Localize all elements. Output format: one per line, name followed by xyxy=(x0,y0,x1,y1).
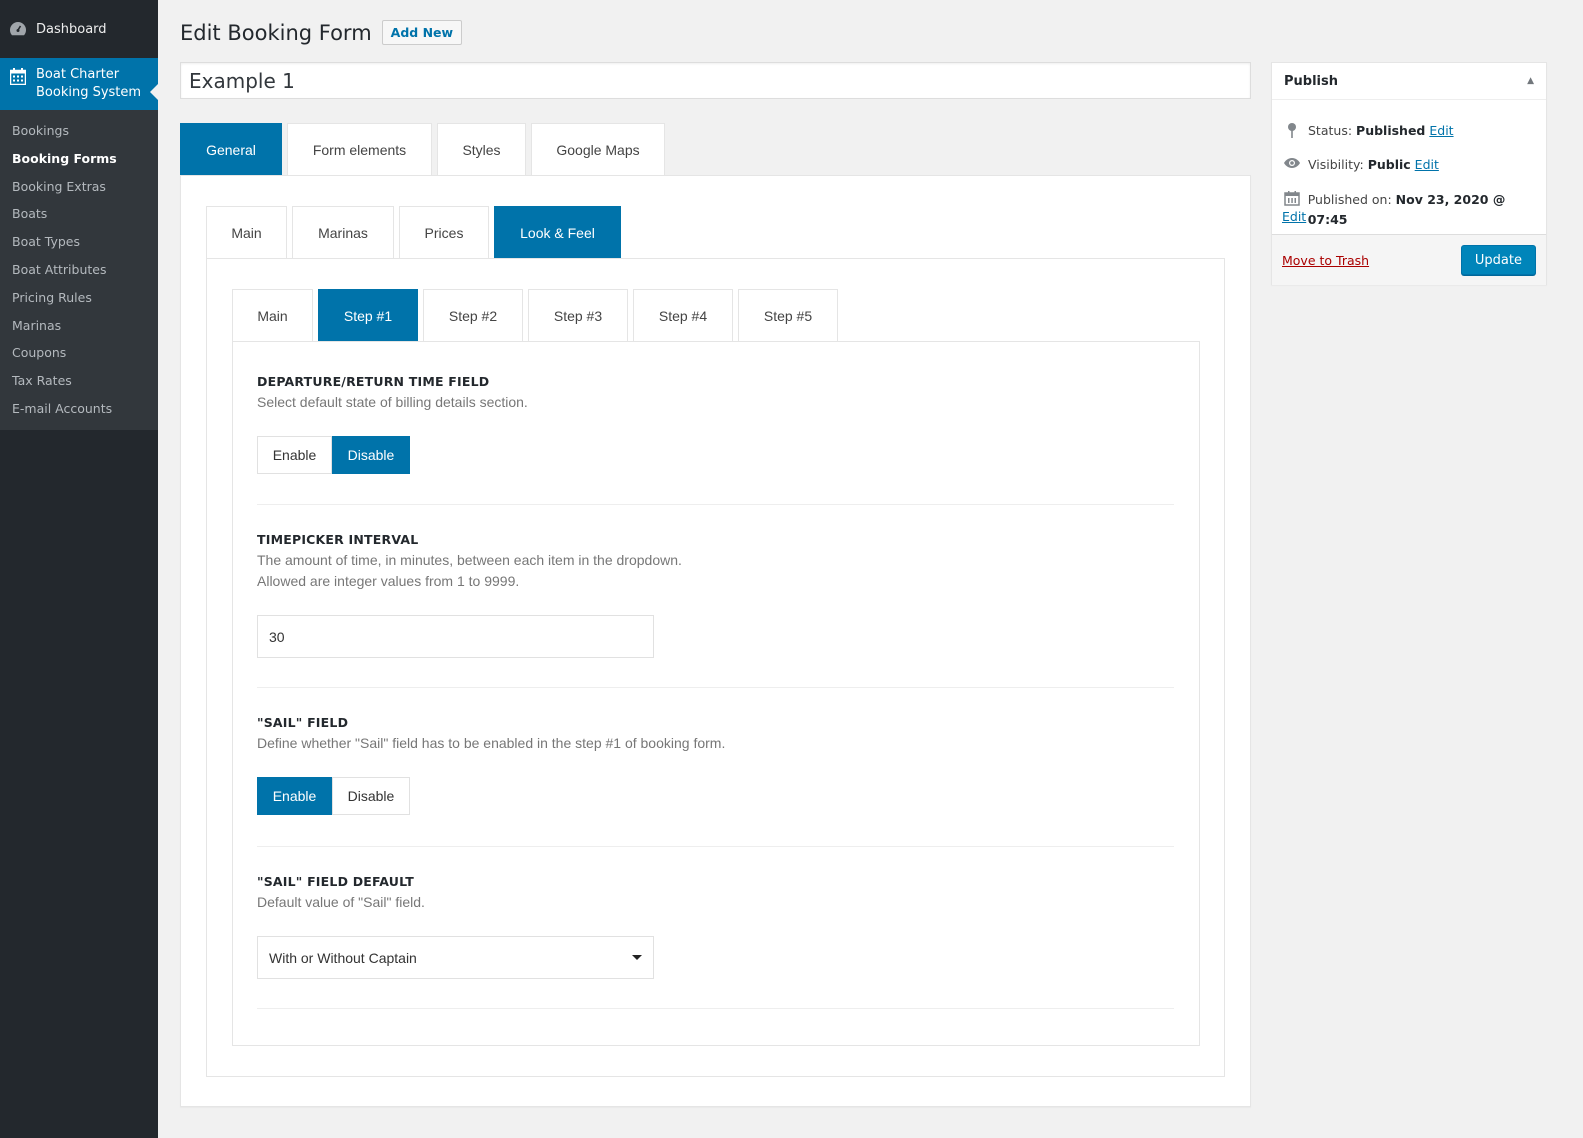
tabs-steps: Main Step #1 Step #2 Step #3 Step #4 Ste… xyxy=(232,289,843,341)
sidebar-submenu: Bookings Booking Forms Booking Extras Bo… xyxy=(0,110,158,430)
field-description: Select default state of billing details … xyxy=(257,394,528,410)
plugin-label-line2: Booking System xyxy=(36,85,142,100)
publish-header[interactable]: Publish ▲ xyxy=(1272,63,1546,100)
tab-step-1[interactable]: Step #1 xyxy=(318,289,418,341)
sidebar-item-dashboard[interactable]: Dashboard xyxy=(0,0,158,58)
edit-status-link[interactable]: Edit xyxy=(1429,123,1453,138)
tab-general[interactable]: General xyxy=(180,123,282,175)
tab-main[interactable]: Main xyxy=(206,206,287,258)
collapse-triangle-icon[interactable]: ▲ xyxy=(1527,76,1534,86)
sidebar-item-marinas[interactable]: Marinas xyxy=(0,312,158,340)
divider xyxy=(257,846,1174,847)
field-description: Define whether "Sail" field has to be en… xyxy=(257,735,726,751)
sail-default-select[interactable]: With or Without Captain xyxy=(257,936,654,979)
pin-icon xyxy=(1282,123,1302,138)
visibility-row: Visibility: Public Edit xyxy=(1282,157,1439,172)
tab-prices[interactable]: Prices xyxy=(399,206,489,258)
published-on-row: Published on: Nov 23, 2020 @ 07:45 xyxy=(1282,190,1546,230)
sail-field: "SAIL" FIELD Define whether "Sail" field… xyxy=(257,715,1174,754)
publish-title: Publish xyxy=(1284,73,1338,89)
sidebar-item-tax-rates[interactable]: Tax Rates xyxy=(0,367,158,395)
field-title: TIMEPICKER INTERVAL xyxy=(257,532,419,547)
sidebar-item-email-accounts[interactable]: E-mail Accounts xyxy=(0,395,158,423)
sidebar-item-bookings[interactable]: Bookings xyxy=(0,117,158,145)
edit-date-link[interactable]: Edit xyxy=(1282,209,1306,224)
sidebar-item-pricing-rules[interactable]: Pricing Rules xyxy=(0,284,158,312)
tab-look-and-feel[interactable]: Look & Feel xyxy=(494,206,621,258)
update-button[interactable]: Update xyxy=(1460,245,1536,275)
page-title: Edit Booking Form xyxy=(180,20,372,45)
tab-marinas[interactable]: Marinas xyxy=(292,206,394,258)
field-description: The amount of time, in minutes, between … xyxy=(257,550,1174,592)
enable-option[interactable]: Enable xyxy=(257,777,332,815)
tabs-secondary: Main Marinas Prices Look & Feel xyxy=(206,206,626,258)
plugin-label-line1: Boat Charter xyxy=(36,67,120,82)
eye-icon xyxy=(1282,157,1302,169)
sidebar-item-boat-types[interactable]: Boat Types xyxy=(0,228,158,256)
edit-visibility-link[interactable]: Edit xyxy=(1415,157,1439,172)
admin-sidebar: Dashboard Boat Charter Booking System Boo… xyxy=(0,0,158,1138)
sail-toggle: Enable Disable xyxy=(257,777,410,815)
status-value: Published xyxy=(1356,123,1426,138)
current-menu-arrow xyxy=(150,84,158,100)
tab-styles[interactable]: Styles xyxy=(437,123,526,175)
calendar-icon xyxy=(8,66,28,86)
sidebar-item-boats[interactable]: Boats xyxy=(0,200,158,228)
sidebar-item-boat-charter[interactable]: Boat Charter Booking System xyxy=(0,58,158,110)
divider xyxy=(257,687,1174,688)
sidebar-item-boat-attributes[interactable]: Boat Attributes xyxy=(0,256,158,284)
timepicker-interval-value: 30 xyxy=(269,628,285,645)
publish-box: Publish ▲ Status: Published Edit Visibil… xyxy=(1271,62,1547,285)
published-on-label: Published on: xyxy=(1307,192,1392,207)
field-description: Default value of "Sail" field. xyxy=(257,894,425,910)
select-value: With or Without Captain xyxy=(269,949,417,966)
move-to-trash-link[interactable]: Move to Trash xyxy=(1282,253,1369,268)
description-line1: The amount of time, in minutes, between … xyxy=(257,552,682,568)
tabs-primary: General Form elements Styles Google Maps xyxy=(180,123,670,175)
timepicker-interval-input[interactable]: 30 xyxy=(257,615,654,658)
departure-return-field: DEPARTURE/RETURN TIME FIELD Select defau… xyxy=(257,374,1174,413)
tab-step-2[interactable]: Step #2 xyxy=(423,289,523,341)
sidebar-item-label: Dashboard xyxy=(36,21,107,37)
published-on-edit-row: Edit xyxy=(1282,209,1306,224)
tab-step-4[interactable]: Step #4 xyxy=(633,289,733,341)
departure-return-toggle: Enable Disable xyxy=(257,436,410,474)
status-label: Status: xyxy=(1308,123,1353,138)
sidebar-item-booking-extras[interactable]: Booking Extras xyxy=(0,173,158,201)
tab-form-elements[interactable]: Form elements xyxy=(287,123,432,175)
sidebar-item-coupons[interactable]: Coupons xyxy=(0,339,158,367)
status-text: Status: Published Edit xyxy=(1308,123,1454,138)
field-title: "SAIL" FIELD DEFAULT xyxy=(257,874,414,889)
sail-default-field: "SAIL" FIELD DEFAULT Default value of "S… xyxy=(257,874,1174,913)
visibility-label: Visibility: xyxy=(1308,157,1364,172)
form-title-input[interactable]: Example 1 xyxy=(180,62,1251,99)
add-new-button[interactable]: Add New xyxy=(381,20,463,45)
sidebar-item-label: Boat Charter Booking System xyxy=(36,66,141,102)
divider xyxy=(257,504,1174,505)
page-heading: Edit Booking Form Add New xyxy=(180,20,780,45)
disable-option[interactable]: Disable xyxy=(332,436,410,474)
disable-option[interactable]: Disable xyxy=(332,777,410,815)
dashboard-gauge-icon xyxy=(8,19,28,39)
visibility-value: Public xyxy=(1367,157,1411,172)
publish-actions: Move to Trash Update xyxy=(1272,234,1546,285)
tab-step-3[interactable]: Step #3 xyxy=(528,289,628,341)
field-title: DEPARTURE/RETURN TIME FIELD xyxy=(257,374,490,389)
tab-google-maps[interactable]: Google Maps xyxy=(531,123,665,175)
tab-step-5[interactable]: Step #5 xyxy=(738,289,838,341)
sidebar-item-booking-forms[interactable]: Booking Forms xyxy=(0,145,158,173)
field-title: "SAIL" FIELD xyxy=(257,715,349,730)
enable-option[interactable]: Enable xyxy=(257,436,332,474)
published-on-text: Published on: Nov 23, 2020 @ 07:45 xyxy=(1308,190,1546,230)
timepicker-interval-field: TIMEPICKER INTERVAL The amount of time, … xyxy=(257,532,1174,592)
visibility-text: Visibility: Public Edit xyxy=(1308,157,1439,172)
caret-down-icon xyxy=(632,955,642,960)
status-row: Status: Published Edit xyxy=(1282,123,1454,138)
calendar-icon xyxy=(1282,190,1302,206)
divider xyxy=(257,1008,1174,1009)
form-title-value: Example 1 xyxy=(189,68,295,93)
tab-step-main[interactable]: Main xyxy=(232,289,313,341)
description-line2: Allowed are integer values from 1 to 999… xyxy=(257,573,520,589)
